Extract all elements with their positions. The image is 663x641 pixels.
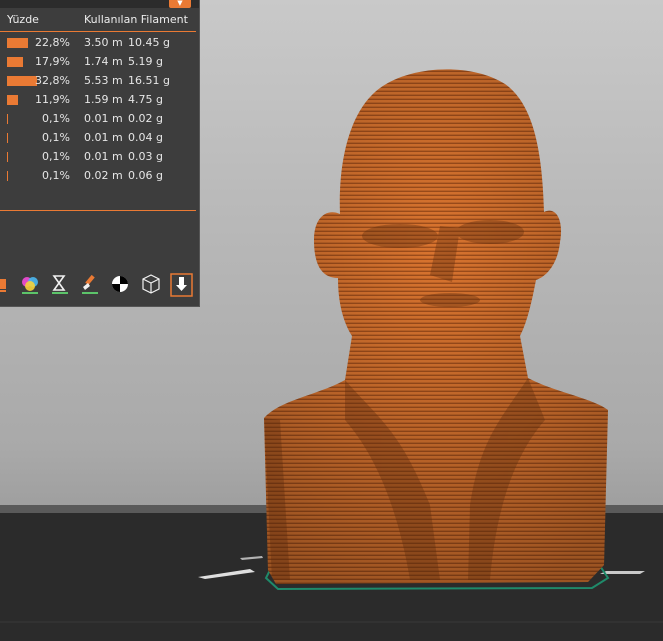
stats-row: 0,1% 0.01 m 0.03 g xyxy=(0,150,200,168)
stats-row: 0,1% 0.01 m 0.02 g xyxy=(0,112,200,130)
color-print-icon[interactable] xyxy=(0,273,14,295)
weight-value: 0.03 g xyxy=(128,150,163,163)
length-value: 1.59 m xyxy=(84,93,123,106)
length-value: 3.50 m xyxy=(84,36,123,49)
percent-value: 0,1% xyxy=(42,150,70,163)
sliced-model-bust[interactable] xyxy=(250,60,620,590)
length-value: 0.01 m xyxy=(84,150,123,163)
percent-value: 17,9% xyxy=(35,55,70,68)
usage-bar xyxy=(7,57,23,67)
percent-value: 11,9% xyxy=(35,93,70,106)
stats-row: 0,1% 0.01 m 0.04 g xyxy=(0,131,200,149)
color-palette-icon[interactable] xyxy=(20,273,40,295)
usage-bar xyxy=(7,133,8,143)
table-bottom-divider xyxy=(0,210,196,211)
view-mode-toolbar xyxy=(0,268,200,300)
stats-row: 11,9% 1.59 m 4.75 g xyxy=(0,93,200,111)
length-value: 1.74 m xyxy=(84,55,123,68)
wireframe-cube-icon[interactable] xyxy=(141,273,161,295)
percent-value: 0,1% xyxy=(42,131,70,144)
length-value: 5.53 m xyxy=(84,74,123,87)
stats-row: 0,1% 0.02 m 0.06 g xyxy=(0,169,200,187)
weight-value: 0.06 g xyxy=(128,169,163,182)
usage-bar xyxy=(7,76,37,86)
weight-value: 4.75 g xyxy=(128,93,163,106)
usage-bar xyxy=(7,152,8,162)
stats-row: 32,8% 5.53 m 16.51 g xyxy=(0,74,200,92)
weight-value: 5.19 g xyxy=(128,55,163,68)
percent-value: 0,1% xyxy=(42,169,70,182)
length-value: 0.01 m xyxy=(84,131,123,144)
panel-top-bar: ▼ xyxy=(0,0,199,8)
usage-bar xyxy=(7,171,8,181)
paint-brush-icon[interactable] xyxy=(80,273,100,295)
weight-value: 10.45 g xyxy=(128,36,170,49)
stats-row: 17,9% 1.74 m 5.19 g xyxy=(0,55,200,73)
length-value: 0.01 m xyxy=(84,112,123,125)
weight-value: 16.51 g xyxy=(128,74,170,87)
percent-value: 22,8% xyxy=(35,36,70,49)
percent-column-header: Yüzde xyxy=(7,13,39,26)
percent-value: 32,8% xyxy=(35,74,70,87)
header-divider xyxy=(0,31,196,32)
filament-stats-panel: ▼ Yüzde Kullanılan Filament 22,8% 3.50 m 1… xyxy=(0,0,200,307)
usage-bar xyxy=(7,95,18,105)
usage-bar xyxy=(7,114,8,124)
chevron-down-icon[interactable]: ▼ xyxy=(169,0,191,8)
export-download-icon[interactable] xyxy=(170,273,194,297)
weight-value: 0.04 g xyxy=(128,131,163,144)
used-filament-column-header: Kullanılan Filament xyxy=(84,13,188,26)
usage-bar xyxy=(7,38,28,48)
weight-value: 0.02 g xyxy=(128,112,163,125)
stats-row: 22,8% 3.50 m 10.45 g xyxy=(0,36,200,54)
percent-value: 0,1% xyxy=(42,112,70,125)
length-value: 0.02 m xyxy=(84,169,123,182)
stats-table-header: Yüzde Kullanılan Filament xyxy=(0,13,200,29)
contrast-circle-icon[interactable] xyxy=(110,273,130,295)
hourglass-icon[interactable] xyxy=(50,273,70,295)
